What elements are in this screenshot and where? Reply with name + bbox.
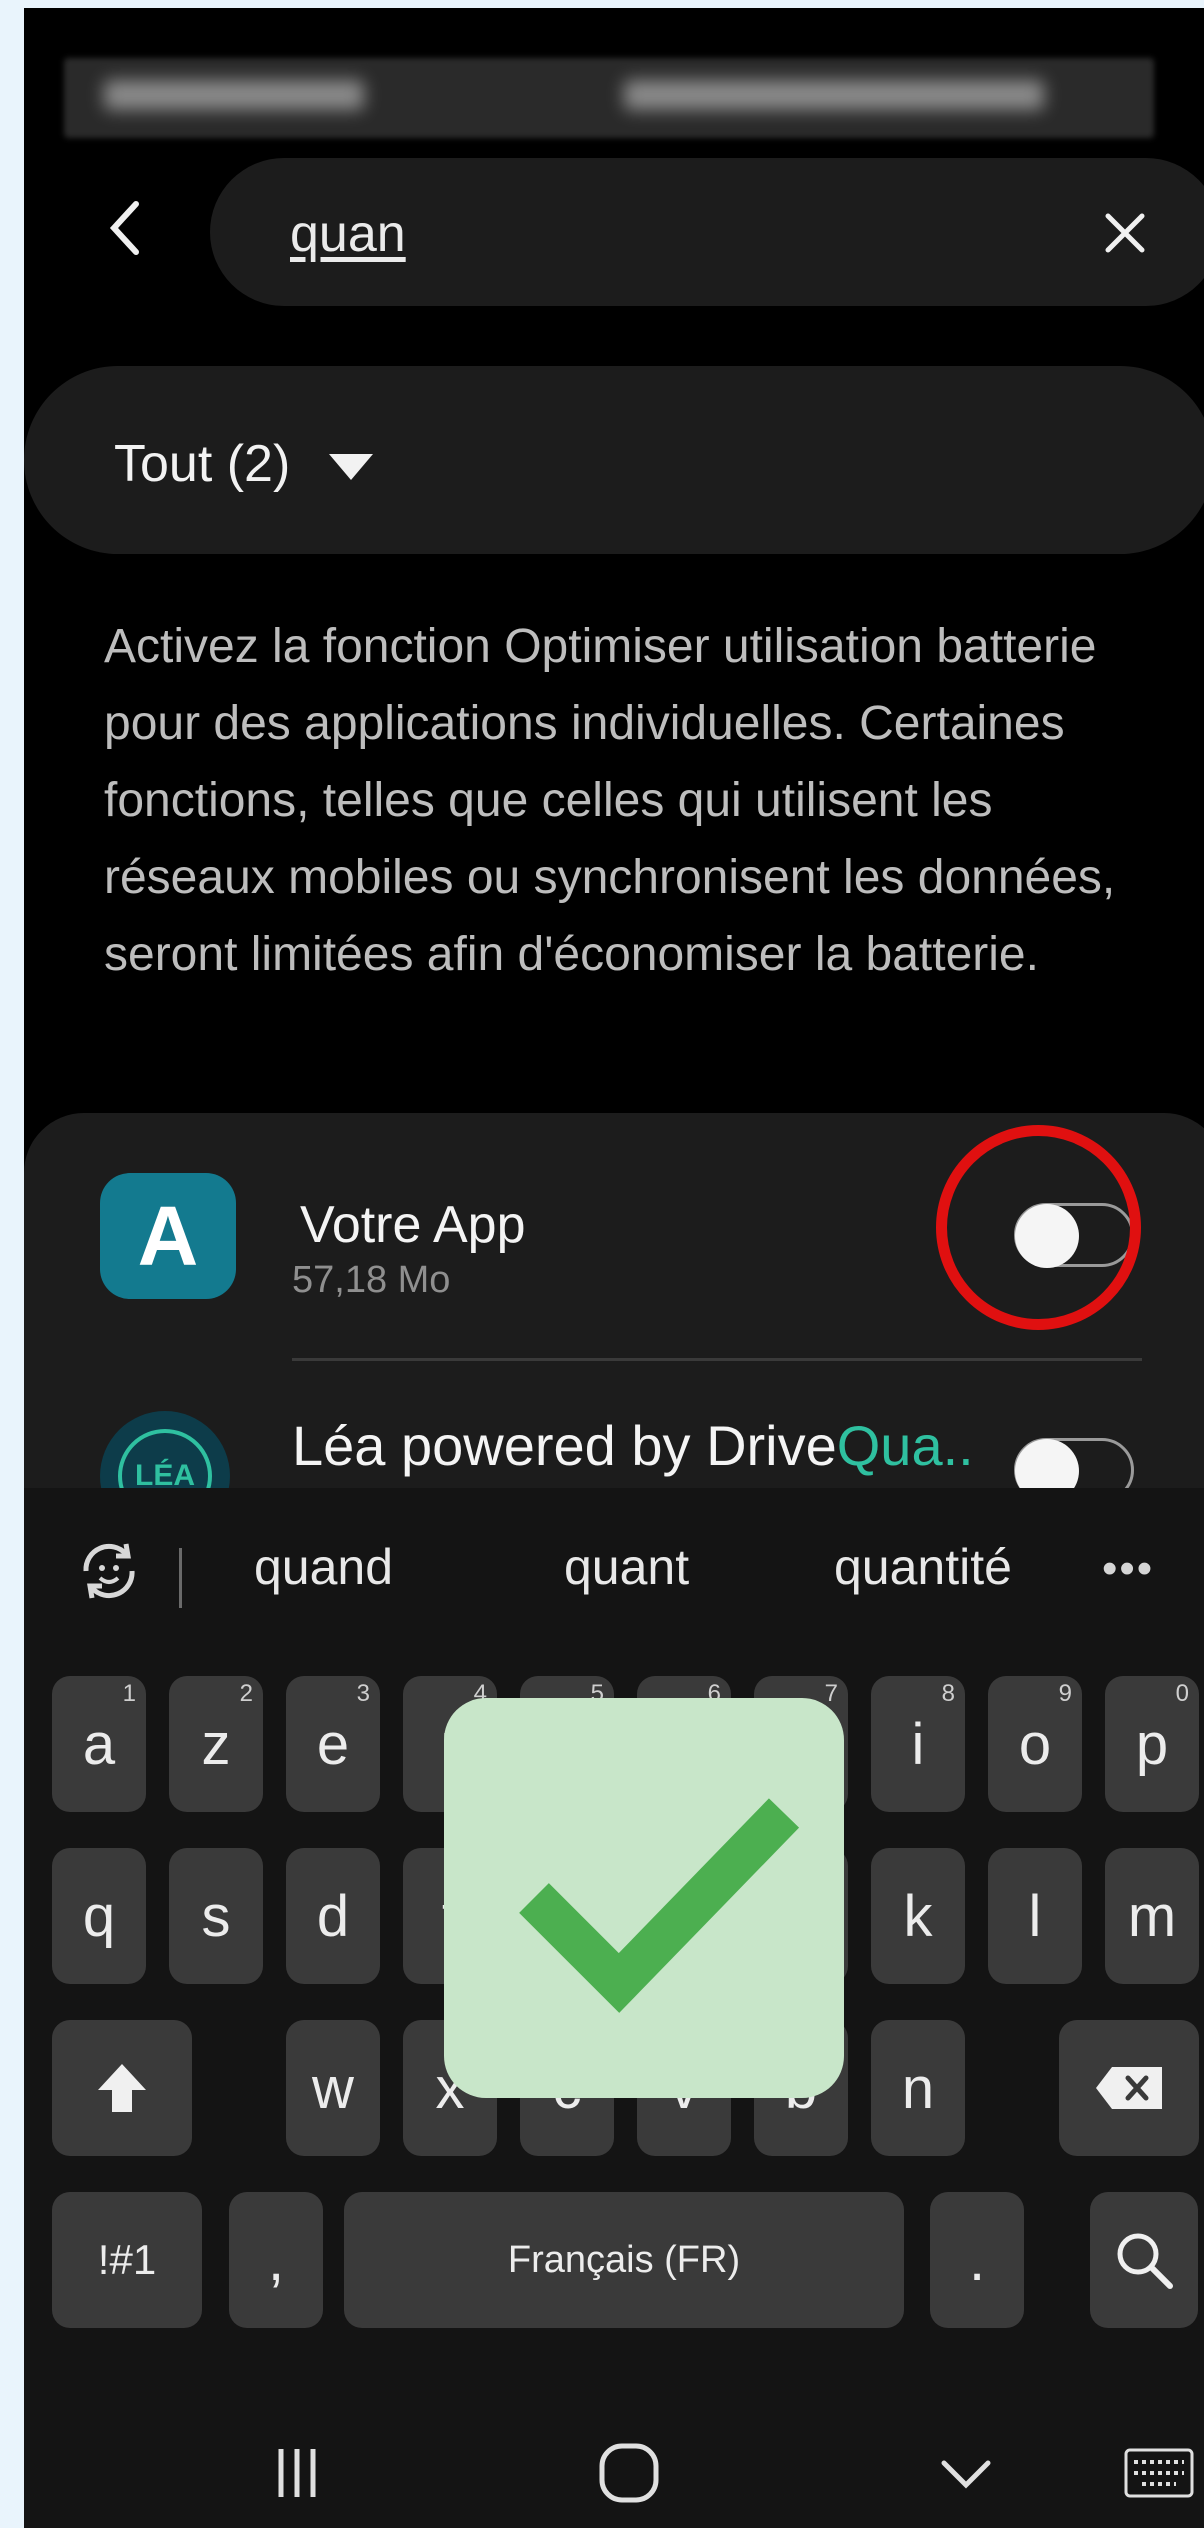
filter-label: Tout (2) bbox=[114, 435, 291, 493]
app-icon: A bbox=[100, 1173, 236, 1299]
comma-key[interactable]: , bbox=[229, 2192, 323, 2328]
key-o[interactable]: 9o bbox=[988, 1676, 1082, 1812]
home-icon[interactable] bbox=[594, 2438, 664, 2508]
filter-dropdown[interactable]: Tout (2) bbox=[24, 366, 1204, 554]
key-d[interactable]: d bbox=[286, 1848, 380, 1984]
key-e[interactable]: 3e bbox=[286, 1676, 380, 1812]
emoji-refresh-icon[interactable] bbox=[74, 1536, 144, 1606]
app-name: Votre App bbox=[300, 1196, 526, 1254]
divider bbox=[292, 1358, 1142, 1361]
search-query[interactable]: quan bbox=[290, 204, 406, 264]
recent-apps-icon[interactable] bbox=[267, 2443, 327, 2503]
key-p[interactable]: 0p bbox=[1105, 1676, 1199, 1812]
status-bar bbox=[64, 58, 1154, 138]
chevron-down-icon[interactable] bbox=[936, 2443, 996, 2503]
suggestion-2[interactable]: quant bbox=[564, 1538, 689, 1596]
search-input[interactable]: quan bbox=[210, 158, 1204, 306]
suggestion-3[interactable]: quantité bbox=[834, 1538, 1012, 1596]
divider bbox=[179, 1548, 182, 1608]
clear-search-button[interactable] bbox=[1090, 198, 1160, 268]
key-w[interactable]: w bbox=[286, 2020, 380, 2156]
key-i[interactable]: 8i bbox=[871, 1676, 965, 1812]
key-z[interactable]: 2z bbox=[169, 1676, 263, 1812]
app-name: Léa powered by DriveQua.. bbox=[292, 1414, 974, 1477]
shift-arrow-icon bbox=[98, 2064, 146, 2112]
key-a[interactable]: 1a bbox=[52, 1676, 146, 1812]
success-check-overlay bbox=[444, 1698, 844, 2098]
search-icon bbox=[1117, 2233, 1173, 2289]
shift-key[interactable] bbox=[52, 2020, 192, 2156]
app-size: 57,18 Mo bbox=[292, 1259, 451, 1301]
key-l[interactable]: l bbox=[988, 1848, 1082, 1984]
navigation-bar bbox=[24, 2418, 1204, 2528]
chevron-left-icon bbox=[109, 201, 139, 255]
close-icon bbox=[1105, 213, 1145, 253]
key-s[interactable]: s bbox=[169, 1848, 263, 1984]
key-n[interactable]: n bbox=[871, 2020, 965, 2156]
symbols-key[interactable]: !#1 bbox=[52, 2192, 202, 2328]
more-options-button[interactable]: ••• bbox=[1102, 1544, 1154, 1594]
suggestion-bar: quand quant quantité ••• bbox=[24, 1488, 1204, 1638]
key-m[interactable]: m bbox=[1105, 1848, 1199, 1984]
highlight-circle bbox=[936, 1125, 1141, 1330]
suggestion-1[interactable]: quand bbox=[254, 1538, 393, 1596]
space-key[interactable]: Français (FR) bbox=[344, 2192, 904, 2328]
key-q[interactable]: q bbox=[52, 1848, 146, 1984]
period-key[interactable]: . bbox=[930, 2192, 1024, 2328]
checkmark-icon bbox=[519, 1798, 800, 2013]
search-key[interactable] bbox=[1090, 2192, 1198, 2328]
backspace-key[interactable] bbox=[1059, 2020, 1199, 2156]
backspace-icon bbox=[1096, 2067, 1162, 2109]
dropdown-arrow-icon bbox=[329, 454, 373, 480]
key-k[interactable]: k bbox=[871, 1848, 965, 1984]
back-button[interactable] bbox=[84, 188, 164, 268]
description-text: Activez la fonction Optimiser utilisatio… bbox=[104, 620, 1116, 981]
keyboard-icon[interactable] bbox=[1124, 2448, 1194, 2498]
